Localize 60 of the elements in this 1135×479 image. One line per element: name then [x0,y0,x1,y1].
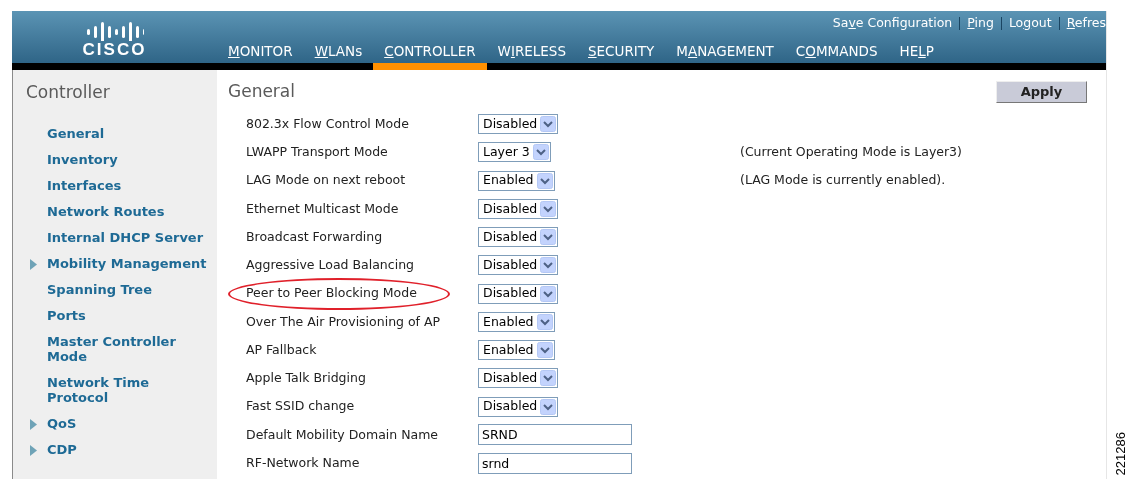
sidebar-item[interactable]: CDP [47,442,210,457]
nav-tab[interactable]: HELP [888,33,945,70]
dropdown[interactable]: Layer 3 [478,142,551,163]
sidebar-item[interactable]: QoS [47,416,210,431]
nav-tab[interactable]: WIRELESS [486,33,577,70]
dropdown[interactable]: Enabled [478,170,555,191]
figure-number: 221286 [1112,431,1130,475]
header-link[interactable]: Save Configuration [832,13,953,33]
setting-label: Apple Talk Bridging [245,369,366,387]
setting-label: LAG Mode on next reboot [245,171,406,190]
setting-label: RF-Network Name [245,453,360,472]
nav-tab[interactable]: SECURITY [577,33,666,70]
sidebar-item[interactable]: Spanning Tree [47,282,210,297]
sidebar-item[interactable]: Mobility Management [47,256,210,271]
sidebar-item[interactable]: Network Routes [47,204,210,219]
dropdown[interactable]: Disabled [478,198,559,219]
setting-label: Ethernet Multicast Mode [245,199,399,218]
setting-label: AP Fallback [245,340,317,359]
page-title: General [228,80,295,104]
nav-tab[interactable]: COMMANDS [784,33,889,70]
header-link[interactable]: Refres [1066,13,1106,33]
sidebar-item[interactable]: Network Time Protocol [47,375,210,405]
setting-label: Default Mobility Domain Name [245,425,439,444]
apply-button[interactable]: Apply [996,81,1087,103]
sidebar-item[interactable]: Interfaces [47,178,210,193]
sidebar-title: Controller [25,81,111,104]
dropdown[interactable]: Disabled [478,255,559,276]
sidebar-item[interactable]: Ports [47,308,210,323]
dropdown[interactable]: Disabled [478,396,559,417]
dropdown[interactable]: Disabled [478,283,559,304]
sidebar-item[interactable]: Inventory [47,152,210,167]
text-field[interactable]: SRND [478,424,632,446]
setting-label: Peer to Peer Blocking Mode [245,284,417,303]
status-note: (Current Operating Mode is Layer3) [740,143,962,161]
nav-tab[interactable]: MANAGEMENT [665,33,785,70]
setting-label: Broadcast Forwarding [245,227,383,246]
nav-tab[interactable]: WLANs [303,33,374,70]
setting-label: 802.3x Flow Control Mode [245,114,409,133]
dropdown[interactable]: Disabled [478,114,559,135]
dropdown[interactable]: Enabled [478,311,555,332]
sidebar-item[interactable]: Internal DHCP Server [47,230,210,245]
expand-triangle-icon[interactable] [30,445,37,456]
nav-tab[interactable]: CONTROLLER [373,33,487,70]
sidebar-item[interactable]: General [47,126,210,141]
dropdown[interactable]: Disabled [478,227,559,248]
nav-tab[interactable]: MONITOR [217,33,304,70]
setting-label: Over The Air Provisioning of AP [245,312,441,331]
text-field[interactable]: srnd [478,452,632,474]
header-link[interactable]: Logout [1008,13,1052,33]
setting-label: Fast SSID change [245,397,355,416]
setting-label: Aggressive Load Balancing [245,256,414,274]
sidebar-item[interactable]: Master Controller Mode [47,334,210,364]
setting-label: LWAPP Transport Mode [245,143,388,161]
status-note: (LAG Mode is currently enabled). [740,171,946,190]
dropdown[interactable]: Enabled [478,340,555,361]
header-link[interactable]: Ping [967,13,994,33]
expand-triangle-icon[interactable] [30,259,37,270]
logo-text: CISCO [82,40,147,58]
expand-triangle-icon[interactable] [30,419,37,430]
dropdown[interactable]: Disabled [478,368,559,389]
